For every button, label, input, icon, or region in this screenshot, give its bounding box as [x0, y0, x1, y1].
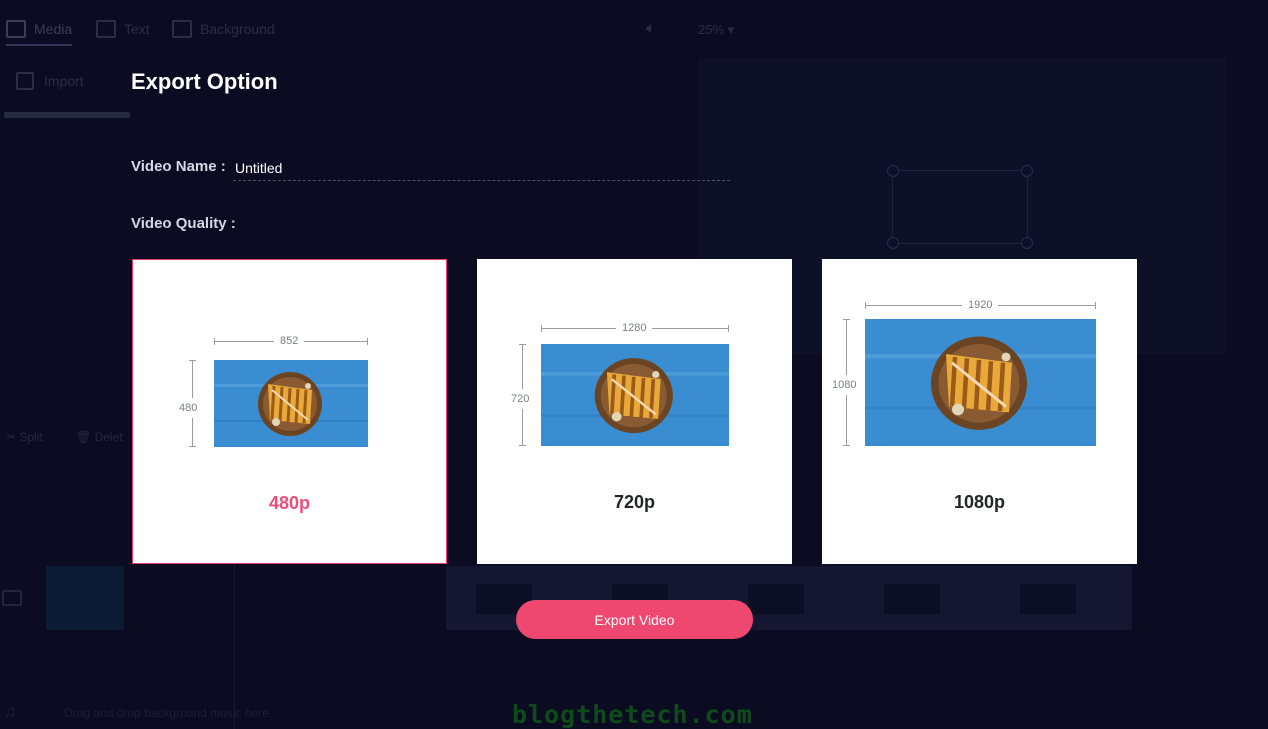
height-label: 720	[509, 389, 532, 409]
dimension-tick	[1095, 302, 1096, 309]
height-label: 1080	[830, 375, 859, 395]
dimension-tick	[865, 302, 866, 309]
media-icon	[6, 20, 26, 38]
dimension-tick	[843, 445, 850, 446]
resize-handle[interactable]	[887, 165, 899, 177]
dimension-tick	[367, 338, 368, 345]
video-name-input[interactable]	[233, 156, 730, 181]
quality-card-720p[interactable]: 1280 720 720p	[477, 259, 792, 564]
split-button[interactable]: ✂ Split	[6, 430, 43, 444]
tab-background-label: Background	[200, 21, 275, 37]
resize-handle[interactable]	[1021, 237, 1033, 249]
delete-button[interactable]: 🗑︎ Delet	[76, 430, 123, 444]
quality-label-480p: 480p	[268, 493, 311, 513]
width-label: 1920	[962, 299, 999, 311]
dimension-tick	[519, 445, 526, 446]
quality-label-720p: 720p	[613, 492, 656, 512]
sandwich-preview-image	[214, 360, 368, 447]
clip-frame	[748, 584, 804, 614]
text-icon	[96, 20, 116, 38]
dimension-tick	[214, 338, 215, 345]
dimension-tick	[541, 325, 542, 332]
video-name-label: Video Name :	[131, 158, 226, 175]
preview-selection	[887, 165, 1033, 249]
dimension-tick	[728, 325, 729, 332]
export-video-button[interactable]: Export Video	[516, 600, 753, 639]
sandwich-illustration	[214, 360, 368, 447]
music-note-icon: ♫	[4, 704, 16, 721]
tab-background[interactable]: Background	[172, 20, 275, 38]
import-label: Import	[44, 73, 84, 89]
import-button[interactable]: Import	[16, 72, 84, 90]
tab-active-underline	[6, 44, 73, 46]
tab-media[interactable]: Media	[6, 20, 73, 46]
music-drop-hint: Drag and drop background music here	[64, 706, 269, 720]
width-label: 852	[274, 335, 305, 347]
video-track-icon	[2, 590, 22, 606]
dimension-tick	[519, 344, 526, 345]
sandwich-preview-image	[541, 344, 729, 446]
media-thumbnail	[4, 112, 130, 118]
volume-icon[interactable]: 🔈︎	[646, 20, 656, 38]
playhead[interactable]	[234, 564, 235, 729]
tab-text-label: Text	[124, 21, 150, 37]
video-quality-label: Video Quality :	[131, 215, 236, 232]
sandwich-preview-image	[865, 319, 1096, 446]
tab-text[interactable]: Text	[96, 20, 150, 38]
timeline-clip[interactable]	[46, 566, 124, 630]
zoom-value: 25%	[698, 22, 725, 37]
clip-frame	[884, 584, 940, 614]
quality-card-480p[interactable]: 852 480 480p	[132, 259, 447, 564]
background-icon	[172, 20, 192, 38]
resize-handle[interactable]	[1021, 165, 1033, 177]
zoom-select[interactable]: 25% ▾	[698, 22, 734, 38]
delete-label: Delet	[94, 430, 123, 444]
modal-title: Export Option	[131, 69, 278, 94]
import-icon	[16, 72, 34, 90]
dimension-tick	[189, 446, 196, 447]
width-label: 1280	[616, 322, 653, 334]
quality-label-1080p: 1080p	[953, 492, 1006, 512]
watermark: blogthetech.com	[512, 700, 753, 729]
quality-card-1080p[interactable]: 1920 1080 1080p	[822, 259, 1137, 564]
resize-handle[interactable]	[887, 237, 899, 249]
sandwich-illustration	[865, 319, 1096, 446]
tab-media-label: Media	[34, 21, 73, 37]
dimension-tick	[843, 319, 850, 320]
split-label: Split	[19, 430, 43, 444]
sandwich-illustration	[541, 344, 729, 446]
height-label: 480	[177, 398, 200, 418]
clip-frame	[1020, 584, 1076, 614]
dimension-tick	[189, 360, 196, 361]
